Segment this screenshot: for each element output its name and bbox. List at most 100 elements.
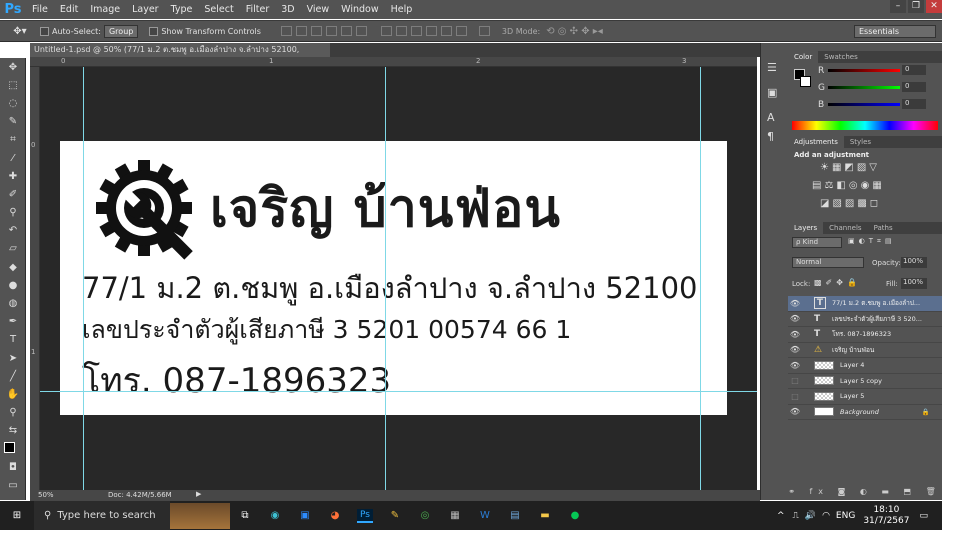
file-explorer-icon[interactable]: ▬ (530, 503, 560, 529)
crop-tool-icon[interactable]: ⌗ (0, 131, 26, 149)
windows-start-icon[interactable]: ⊞ (0, 503, 34, 529)
chrome-icon[interactable]: ◎ (410, 503, 440, 529)
layer-row[interactable]: □ Layer 5 copy (788, 374, 942, 389)
menu-image[interactable]: Image (84, 4, 126, 15)
adjustment-icons-row-3[interactable]: ◪▧▨▩◻ (820, 198, 881, 209)
document-canvas[interactable]: เจริญ บ้านฟ่อน 77/1 ม.2 ต.ชมพู อ.เมืองลำ… (60, 141, 727, 415)
tab-layers[interactable]: Layers (788, 222, 824, 234)
paragraph-panel-icon[interactable]: ¶ (767, 130, 788, 143)
guide-vertical[interactable] (700, 67, 701, 490)
document-tab[interactable]: Untitled-1.psd @ 50% (77/1 ม.2 ต.ชมพู อ.… (30, 43, 330, 67)
adjustment-icons-row-2[interactable]: ▤⚖◧◎◉▦ (812, 180, 885, 191)
path-selection-tool-icon[interactable]: ➤ (0, 349, 26, 367)
tab-paths[interactable]: Paths (868, 224, 899, 232)
volume-icon[interactable]: 🔊 (805, 511, 816, 521)
language-indicator[interactable]: ENG (836, 511, 855, 521)
edge-icon[interactable]: ◉ (260, 503, 290, 529)
layer-row[interactable]: □ Layer 5 (788, 389, 942, 405)
menu-type[interactable]: Type (165, 4, 199, 15)
menu-filter[interactable]: Filter (240, 4, 276, 15)
adjustment-icons-row-1[interactable]: ☀▦◩▨▽ (820, 162, 880, 173)
background-color-swatch[interactable] (800, 76, 811, 87)
line-icon[interactable]: ● (560, 503, 590, 529)
status-menu-arrow-icon[interactable]: ▶ (196, 490, 201, 498)
eyedropper-tool-icon[interactable]: ⁄ (0, 149, 26, 167)
tab-channels[interactable]: Channels (823, 224, 867, 232)
r-value[interactable]: 0 (902, 65, 926, 75)
photoshop-taskbar-icon[interactable]: Ps (350, 503, 380, 529)
properties-panel-icon[interactable]: ▣ (767, 86, 788, 99)
restore-button[interactable]: ❐ (908, 0, 924, 13)
menu-edit[interactable]: Edit (54, 4, 84, 15)
b-value[interactable]: 0 (902, 99, 926, 109)
notification-icon[interactable]: ▭ (919, 511, 928, 521)
layer-row[interactable]: 👁 ⚠ เจริญ บ้านฟ่อน (788, 343, 942, 358)
minimize-button[interactable]: – (890, 0, 906, 13)
hand-tool-icon[interactable]: ✋ (0, 385, 26, 403)
menu-select[interactable]: Select (198, 4, 239, 15)
visibility-eye-icon[interactable]: 👁 (788, 345, 802, 354)
align-bottom-icon[interactable] (310, 26, 322, 36)
visibility-eye-icon[interactable]: 👁 (788, 299, 802, 308)
distribute-vcenter-icon[interactable] (395, 26, 407, 36)
layers-footer-icons[interactable]: ⚭ fx ◙ ◐ ▬ ⬒ 🗑 (788, 487, 942, 500)
tab-adjustments[interactable]: Adjustments (788, 136, 844, 148)
word-icon[interactable]: W (470, 503, 500, 529)
group-dropdown[interactable]: Group (103, 24, 139, 38)
lasso-tool-icon[interactable]: ◌ (0, 94, 26, 112)
lock-icons[interactable]: ▩✐✥🔒 (814, 278, 861, 287)
menu-help[interactable]: Help (385, 4, 419, 15)
align-top-icon[interactable] (280, 26, 292, 36)
tab-swatches[interactable]: Swatches (818, 53, 863, 61)
clone-stamp-tool-icon[interactable]: ⚲ (0, 204, 26, 222)
search-highlight-image[interactable] (170, 502, 230, 529)
network-icon[interactable]: ⎍ (793, 511, 799, 521)
screen-mode-icon[interactable]: ▭ (0, 476, 26, 494)
layer-row[interactable]: 👁 Layer 4 (788, 358, 942, 374)
tab-color[interactable]: Color (788, 51, 819, 63)
paint-bucket-tool-icon[interactable]: ◆ (0, 258, 26, 276)
visibility-eye-icon[interactable]: 👁 (788, 314, 802, 323)
dodge-tool-icon[interactable]: ◍ (0, 294, 26, 312)
align-vcenter-icon[interactable] (295, 26, 307, 36)
menu-view[interactable]: View (301, 4, 336, 15)
marquee-tool-icon[interactable]: ⬚ (0, 76, 26, 94)
blue-slider[interactable] (828, 103, 900, 106)
workspace-dropdown[interactable]: Essentials (854, 24, 936, 38)
distribute-bottom-icon[interactable] (410, 26, 422, 36)
visibility-off-icon[interactable]: □ (788, 376, 802, 385)
zoom-icon[interactable]: ▣ (290, 503, 320, 529)
menu-layer[interactable]: Layer (126, 4, 165, 15)
layer-filter-icons[interactable]: ▣◐T⌗▤ (848, 237, 896, 246)
fill-field[interactable]: 100% (901, 278, 927, 289)
color-ramp[interactable] (792, 121, 938, 130)
blend-mode-dropdown[interactable]: Normal (792, 257, 864, 268)
color-swatch-icon[interactable] (0, 440, 26, 458)
brush-tool-icon[interactable]: ✐ (0, 185, 26, 203)
show-transform-checkbox[interactable] (149, 26, 159, 36)
guide-vertical[interactable] (83, 67, 84, 490)
close-button[interactable]: ✕ (926, 0, 942, 13)
type-tool-icon[interactable]: T (0, 331, 26, 349)
visibility-eye-icon[interactable]: 👁 (788, 330, 802, 339)
line-tool-icon[interactable]: ╱ (0, 367, 26, 385)
distribute-left-icon[interactable] (425, 26, 437, 36)
paint-icon[interactable]: ✎ (380, 503, 410, 529)
zoom-tool-icon[interactable]: ⚲ (0, 404, 26, 422)
task-view-icon[interactable]: ⧉ (230, 503, 260, 529)
guide-horizontal[interactable] (40, 391, 757, 392)
visibility-eye-icon[interactable]: 👁 (788, 361, 802, 370)
quick-select-tool-icon[interactable]: ✎ (0, 113, 26, 131)
history-panel-icon[interactable]: ☰ (767, 61, 788, 74)
notepad-icon[interactable]: ▤ (500, 503, 530, 529)
pen-tool-icon[interactable]: ✒ (0, 313, 26, 331)
distribute-right-icon[interactable] (455, 26, 467, 36)
move-tool-icon[interactable]: ✥▾ (0, 26, 40, 37)
visibility-off-icon[interactable]: □ (788, 392, 802, 401)
layer-row[interactable]: 👁 T โทร. 087-1896323 (788, 327, 942, 343)
layer-row[interactable]: 👁 Background 🔒 (788, 405, 942, 420)
tray-chevron-icon[interactable]: ^ (777, 511, 785, 521)
calculator-icon[interactable]: ▦ (440, 503, 470, 529)
eraser-tool-icon[interactable]: ▱ (0, 240, 26, 258)
align-right-icon[interactable] (355, 26, 367, 36)
